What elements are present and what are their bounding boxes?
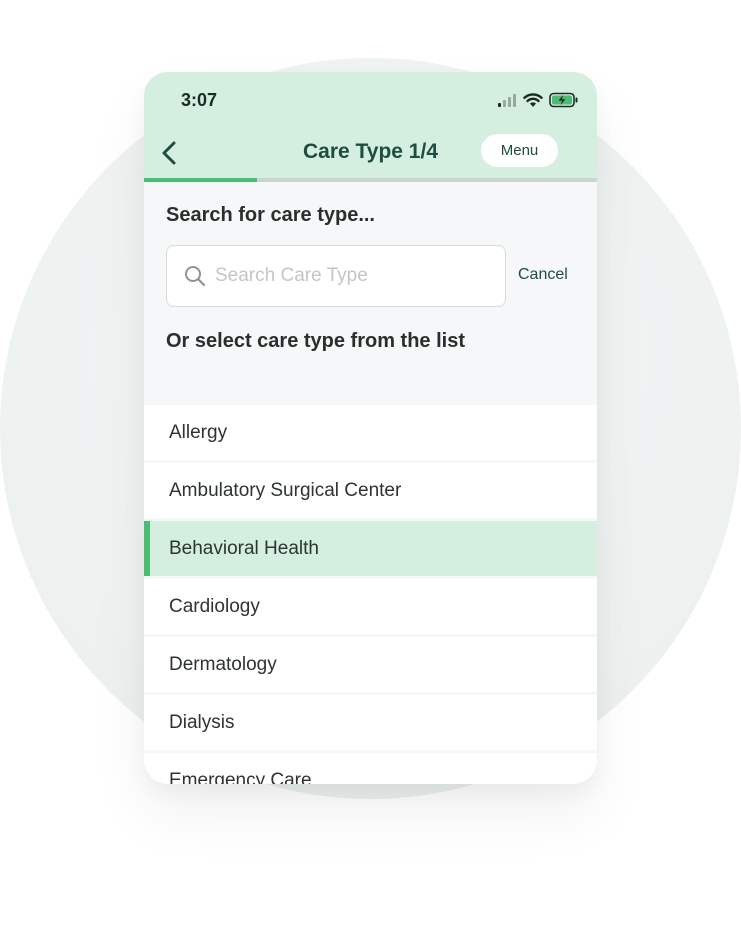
search-box[interactable]	[166, 245, 506, 307]
list-item-label: Cardiology	[169, 595, 260, 617]
battery-charging-icon	[549, 92, 578, 108]
status-icons	[497, 92, 579, 108]
list-item[interactable]: Emergency Care	[144, 753, 597, 784]
progress-bar	[144, 178, 597, 182]
search-heading: Search for care type...	[166, 204, 375, 226]
phone-screen: 3:07 Care Type 1/4 Menu Search for care …	[144, 72, 597, 784]
list-item-label: Ambulatory Surgical Center	[169, 479, 402, 501]
list-item[interactable]: Dermatology	[144, 637, 597, 692]
list-item[interactable]: Dialysis	[144, 695, 597, 750]
signal-icon	[498, 94, 516, 107]
search-icon	[185, 266, 206, 287]
list-item-label: Allergy	[169, 421, 228, 443]
list-item-label: Emergency Care	[169, 769, 312, 785]
progress-fill	[144, 178, 258, 182]
wifi-icon	[523, 92, 543, 107]
menu-button[interactable]: Menu	[481, 134, 558, 167]
list-item[interactable]: Behavioral Health	[144, 521, 597, 576]
list-item-label: Behavioral Health	[169, 537, 319, 559]
list-item[interactable]: Allergy	[144, 405, 597, 460]
cancel-button[interactable]: Cancel	[518, 266, 568, 284]
list-item-label: Dermatology	[169, 653, 277, 675]
status-time: 3:07	[181, 90, 218, 110]
header: 3:07 Care Type 1/4 Menu	[144, 72, 597, 182]
care-type-list: Allergy Ambulatory Surgical Center Behavio…	[144, 405, 597, 784]
list-item[interactable]: Cardiology	[144, 579, 597, 634]
list-heading: Or select care type from the list	[166, 330, 466, 352]
search-input[interactable]	[213, 264, 487, 288]
list-item-label: Dialysis	[169, 711, 235, 733]
list-item[interactable]: Ambulatory Surgical Center	[144, 463, 597, 518]
